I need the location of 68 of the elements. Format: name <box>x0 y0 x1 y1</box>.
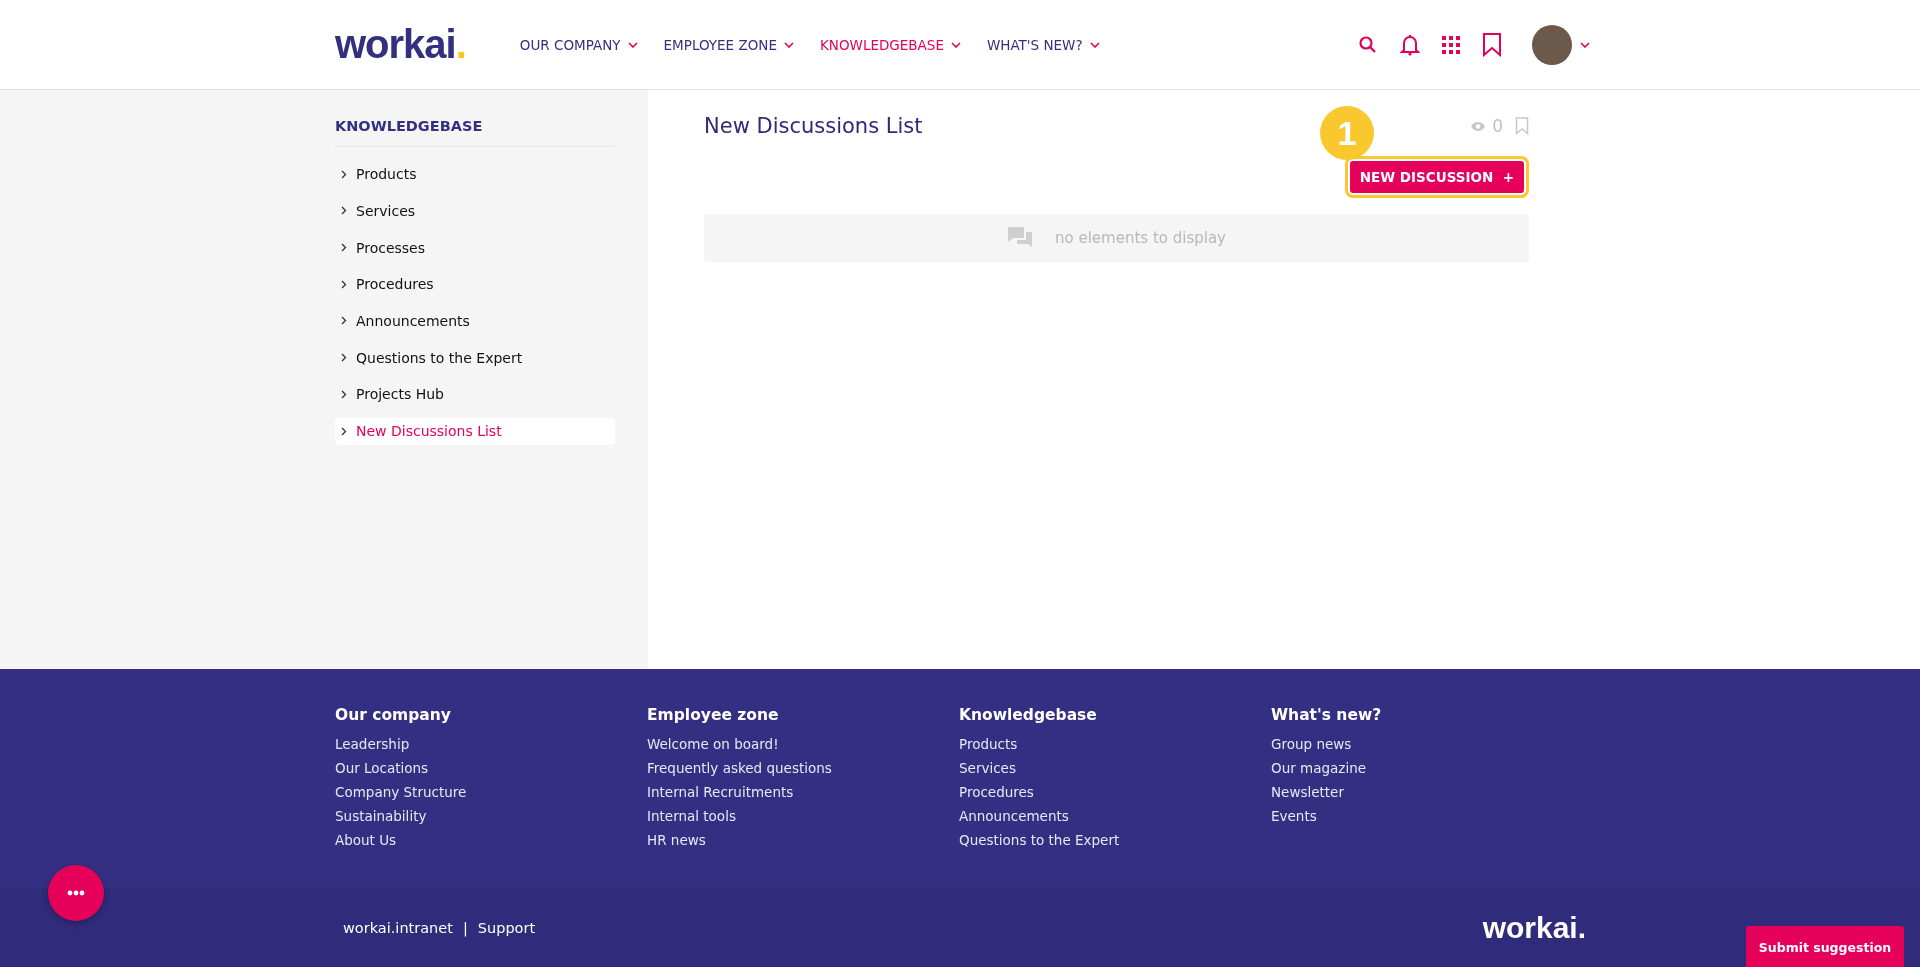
chevron-right-icon <box>341 316 347 326</box>
chevron-right-icon <box>341 243 347 253</box>
nav-menu-item[interactable]: OUR COMPANY <box>519 36 638 53</box>
sidebar-item[interactable]: Projects Hub <box>335 380 615 408</box>
footer-link[interactable]: Announcements <box>959 804 1271 828</box>
footer-link[interactable]: Events <box>1271 804 1583 828</box>
sidebar-item[interactable]: Processes <box>335 234 615 262</box>
footer-link[interactable]: Newsletter <box>1271 780 1583 804</box>
sidebar-item[interactable]: Questions to the Expert <box>335 344 615 372</box>
avatar[interactable] <box>1532 24 1572 65</box>
empty-message: no elements to display <box>1055 229 1226 247</box>
bell-icon[interactable] <box>1400 33 1420 56</box>
eye-icon <box>1470 120 1487 132</box>
footer-link[interactable]: Procedures <box>959 780 1271 804</box>
chevron-right-icon <box>341 279 347 289</box>
apps-grid-icon[interactable] <box>1442 35 1460 54</box>
sidebar-item[interactable]: Services <box>335 197 615 225</box>
more-options-button[interactable] <box>48 865 104 921</box>
ellipsis-icon <box>67 890 85 896</box>
footer-link[interactable]: Group news <box>1271 732 1583 756</box>
chevron-right-icon <box>341 426 347 436</box>
submit-suggestion-button[interactable]: Submit suggestion <box>1746 926 1904 967</box>
logo[interactable]: workai. <box>335 22 466 67</box>
separator: | <box>462 920 468 936</box>
footer-heading: What's new? <box>1271 706 1383 724</box>
sidebar-item[interactable]: Procedures <box>335 270 615 298</box>
footer-link[interactable]: Our Locations <box>335 756 647 780</box>
footer-link[interactable]: Questions to the Expert <box>959 828 1271 852</box>
footer-link[interactable]: Our magazine <box>1271 756 1583 780</box>
footer-link[interactable]: workai.intranet <box>343 920 453 936</box>
chevron-down-icon <box>950 41 961 48</box>
footer-link[interactable]: Leadership <box>335 732 647 756</box>
chevron-down-icon <box>783 41 794 48</box>
footer-link[interactable]: Internal Recruitments <box>647 780 959 804</box>
footer-link[interactable]: Services <box>959 756 1271 780</box>
chevron-right-icon <box>341 169 347 179</box>
footer-heading: Employee zone <box>647 706 780 724</box>
bookmark-icon[interactable] <box>1482 32 1502 57</box>
nav-menu-item[interactable]: EMPLOYEE ZONE <box>663 36 794 53</box>
footer-link[interactable]: Products <box>959 732 1271 756</box>
sidebar-title: KNOWLEDGEBASE <box>335 118 615 147</box>
chat-bubbles-icon <box>1007 226 1033 250</box>
page-title: New Discussions List <box>704 114 923 138</box>
chevron-down-icon <box>1089 41 1100 48</box>
sidebar-item[interactable]: Announcements <box>335 307 615 335</box>
footer-heading: Our company <box>335 706 452 724</box>
footer-link[interactable]: Welcome on board! <box>647 732 959 756</box>
footer-link[interactable]: Frequently asked questions <box>647 756 959 780</box>
footer-link[interactable]: About Us <box>335 828 647 852</box>
nav-menu-item[interactable]: WHAT'S NEW? <box>986 36 1100 53</box>
footer-link[interactable]: Support <box>477 920 536 936</box>
footer-link[interactable]: Internal tools <box>647 804 959 828</box>
nav-menu-item[interactable]: KNOWLEDGEBASE <box>819 36 961 53</box>
chevron-down-icon <box>627 41 638 48</box>
footer-link[interactable]: Company Structure <box>335 780 647 804</box>
sidebar-item[interactable]: New Discussions List <box>335 417 615 445</box>
footer-link[interactable]: HR news <box>647 828 959 852</box>
chevron-right-icon <box>341 206 347 216</box>
footer-logo: workai. <box>1482 911 1586 945</box>
search-icon[interactable] <box>1358 34 1378 55</box>
chevron-right-icon <box>341 353 347 363</box>
sidebar-item[interactable]: Products <box>335 160 615 188</box>
chevron-down-icon[interactable] <box>1580 41 1590 48</box>
footer-link[interactable]: Sustainability <box>335 804 647 828</box>
chevron-right-icon <box>341 389 347 399</box>
footer-heading: Knowledgebase <box>959 706 1098 724</box>
step-badge: 1 <box>1320 106 1374 160</box>
view-count: 0 <box>1492 116 1503 136</box>
